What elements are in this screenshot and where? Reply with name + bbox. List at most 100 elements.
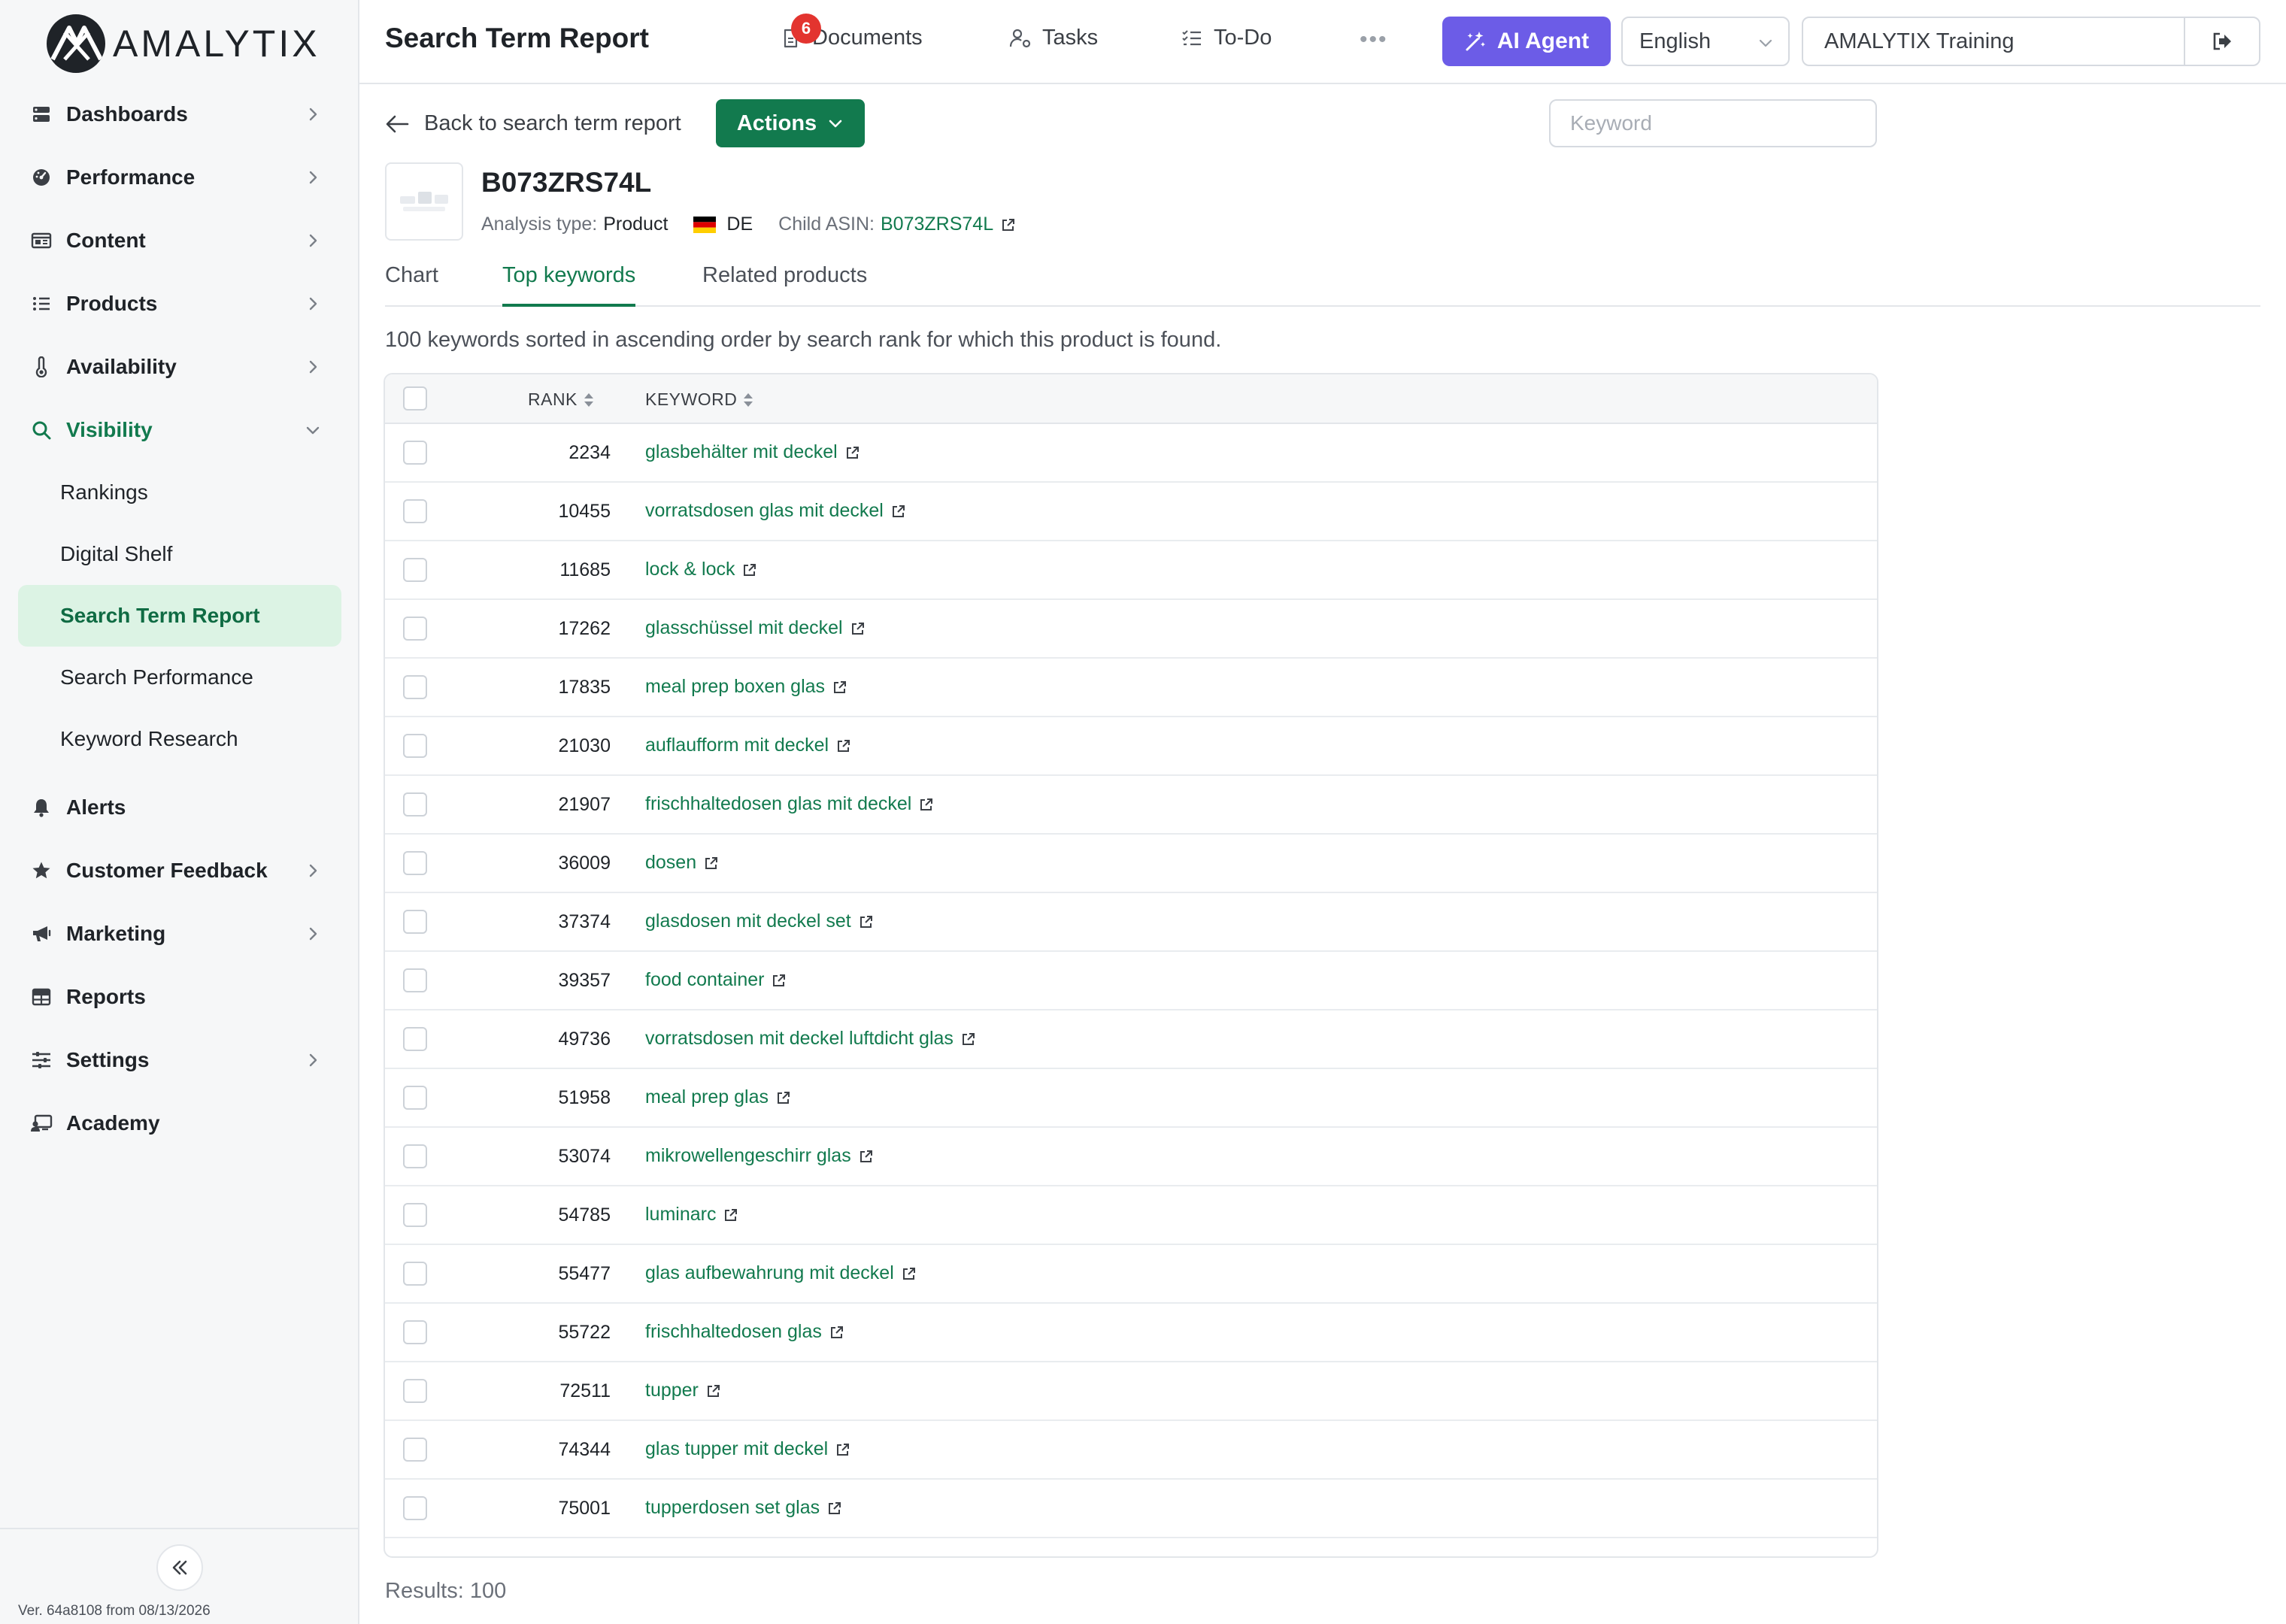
keyword-link[interactable]: meal prep glas: [645, 1086, 769, 1108]
keyword-cell[interactable]: glasbehälter mit deckel: [645, 441, 860, 463]
keyword-cell[interactable]: meal prep boxen glas: [645, 676, 847, 698]
sidebar-item-reports[interactable]: Reports: [18, 965, 341, 1029]
keyword-cell[interactable]: meal prep glas: [645, 1086, 791, 1108]
external-link-icon[interactable]: [845, 445, 860, 460]
back-to-report-link[interactable]: Back to search term report: [385, 111, 681, 136]
keyword-cell[interactable]: glas aufbewahrung mit deckel: [645, 1262, 917, 1284]
tab-chart[interactable]: Chart: [385, 263, 438, 307]
keyword-link[interactable]: glas tupper mit deckel: [645, 1438, 828, 1460]
account-name: AMALYTIX Training: [1824, 29, 2015, 53]
sidebar-subitem-keyword-research[interactable]: Keyword Research: [18, 708, 341, 770]
keyword-link[interactable]: auflaufform mit deckel: [645, 735, 829, 756]
keyword-link[interactable]: vorratsdosen mit deckel luftdicht glas: [645, 1028, 954, 1050]
tab-related-products[interactable]: Related products: [702, 263, 867, 307]
sidebar-item-alerts[interactable]: Alerts: [18, 776, 341, 839]
keyword-cell[interactable]: vorratsdosen glas mit deckel: [645, 500, 906, 522]
sidebar-item-marketing[interactable]: Marketing: [18, 902, 341, 965]
keyword-link[interactable]: frischhaltedosen glas: [645, 1321, 822, 1343]
sidebar-item-products[interactable]: Products: [18, 272, 341, 335]
external-link-icon[interactable]: [902, 1266, 917, 1281]
keyword-link[interactable]: frischhaltedosen glas mit deckel: [645, 793, 911, 815]
sidebar-item-academy[interactable]: Academy: [18, 1092, 341, 1155]
keyword-cell[interactable]: dosen: [645, 852, 719, 874]
external-link-icon[interactable]: [836, 738, 851, 753]
rank-column-header[interactable]: RANK: [528, 389, 596, 410]
select-all-checkbox[interactable]: [403, 386, 427, 411]
sidebar-item-visibility[interactable]: Visibility: [18, 398, 341, 462]
keyword-link[interactable]: luminarc: [645, 1204, 716, 1226]
keyword-link[interactable]: tupper: [645, 1380, 699, 1401]
sidebar-subitem-search-performance[interactable]: Search Performance: [18, 647, 341, 708]
sidebar-item-content[interactable]: Content: [18, 209, 341, 272]
language-select[interactable]: English: [1621, 17, 1790, 66]
tab-top-keywords[interactable]: Top keywords: [502, 263, 636, 307]
external-link-icon[interactable]: [919, 797, 934, 812]
external-link-icon[interactable]: [827, 1501, 842, 1516]
logo[interactable]: AMALYTIX: [47, 14, 320, 74]
external-link-icon[interactable]: [859, 914, 874, 929]
table-row: 36009 dosen: [385, 835, 1877, 893]
external-link-icon[interactable]: [723, 1207, 738, 1223]
keyword-link[interactable]: food container: [645, 969, 764, 991]
keyword-cell[interactable]: luminarc: [645, 1204, 738, 1226]
external-link-icon[interactable]: [776, 1090, 791, 1105]
keyword-link[interactable]: lock & lock: [645, 559, 735, 580]
keyword-cell[interactable]: glas tupper mit deckel: [645, 1438, 850, 1460]
external-link-icon[interactable]: [859, 1149, 874, 1164]
sidebar-item-settings[interactable]: Settings: [18, 1029, 341, 1092]
tasks-link[interactable]: Tasks: [1009, 26, 1098, 50]
keyword-link[interactable]: glas aufbewahrung mit deckel: [645, 1262, 894, 1284]
external-link-icon[interactable]: [835, 1442, 850, 1457]
sidebar-subitem-search-term-report[interactable]: Search Term Report: [18, 585, 341, 647]
keyword-cell[interactable]: vorratsdosen mit deckel luftdicht glas: [645, 1028, 976, 1050]
todo-link[interactable]: To-Do: [1181, 26, 1272, 50]
sidebar-subitem-digital-shelf[interactable]: Digital Shelf: [18, 523, 341, 585]
external-link-icon[interactable]: [850, 621, 866, 636]
account-selector[interactable]: AMALYTIX Training: [1802, 17, 2260, 66]
external-link-icon[interactable]: [832, 680, 847, 695]
external-link-icon[interactable]: [742, 562, 757, 577]
external-link-icon[interactable]: [1001, 217, 1016, 232]
keyword-search-input[interactable]: [1549, 99, 1877, 147]
rank-cell: 2234: [568, 442, 611, 463]
actions-button[interactable]: Actions: [716, 99, 865, 147]
ai-agent-button[interactable]: AI Agent: [1442, 17, 1611, 66]
external-link-icon[interactable]: [704, 856, 719, 871]
rank-cell: 10455: [558, 501, 611, 522]
keyword-link[interactable]: mikrowellengeschirr glas: [645, 1145, 851, 1167]
more-menu-icon[interactable]: •••: [1360, 27, 1388, 53]
keyword-link[interactable]: dosen: [645, 852, 696, 874]
sidebar-item-dashboards[interactable]: Dashboards: [18, 83, 341, 146]
keyword-cell[interactable]: food container: [645, 969, 787, 991]
keyword-link[interactable]: glasdosen mit deckel set: [645, 910, 851, 932]
keyword-link[interactable]: glasschüssel mit deckel: [645, 617, 843, 639]
keyword-cell[interactable]: frischhaltedosen glas mit deckel: [645, 793, 934, 815]
keyword-cell[interactable]: lock & lock: [645, 559, 757, 580]
sidebar-item-customer-feedback[interactable]: Customer Feedback: [18, 839, 341, 902]
keyword-column-header[interactable]: KEYWORD: [645, 389, 755, 410]
collapse-sidebar-button[interactable]: [156, 1544, 203, 1591]
keyword-link[interactable]: tupperdosen set glas: [645, 1497, 820, 1519]
keyword-cell[interactable]: glasdosen mit deckel set: [645, 910, 874, 932]
product-thumbnail[interactable]: [385, 162, 463, 241]
external-link-icon[interactable]: [891, 504, 906, 519]
keyword-cell[interactable]: tupperdosen set glas: [645, 1497, 842, 1519]
todo-label: To-Do: [1214, 26, 1272, 50]
keyword-cell[interactable]: glasschüssel mit deckel: [645, 617, 866, 639]
keyword-cell[interactable]: mikrowellengeschirr glas: [645, 1145, 874, 1167]
keyword-cell[interactable]: tupper: [645, 1380, 721, 1401]
external-link-icon[interactable]: [772, 973, 787, 988]
sidebar-item-availability[interactable]: Availability: [18, 335, 341, 398]
external-link-icon[interactable]: [706, 1383, 721, 1398]
external-link-icon[interactable]: [829, 1325, 844, 1340]
sidebar-item-performance[interactable]: Performance: [18, 146, 341, 209]
logout-button[interactable]: [2184, 18, 2259, 65]
keyword-cell[interactable]: auflaufform mit deckel: [645, 735, 851, 756]
keyword-link[interactable]: meal prep boxen glas: [645, 676, 825, 698]
keyword-cell[interactable]: frischhaltedosen glas: [645, 1321, 844, 1343]
keyword-link[interactable]: vorratsdosen glas mit deckel: [645, 500, 884, 522]
external-link-icon[interactable]: [961, 1032, 976, 1047]
child-asin-link[interactable]: B073ZRS74L: [881, 214, 993, 235]
keyword-link[interactable]: glasbehälter mit deckel: [645, 441, 838, 463]
sidebar-subitem-rankings[interactable]: Rankings: [18, 462, 341, 523]
